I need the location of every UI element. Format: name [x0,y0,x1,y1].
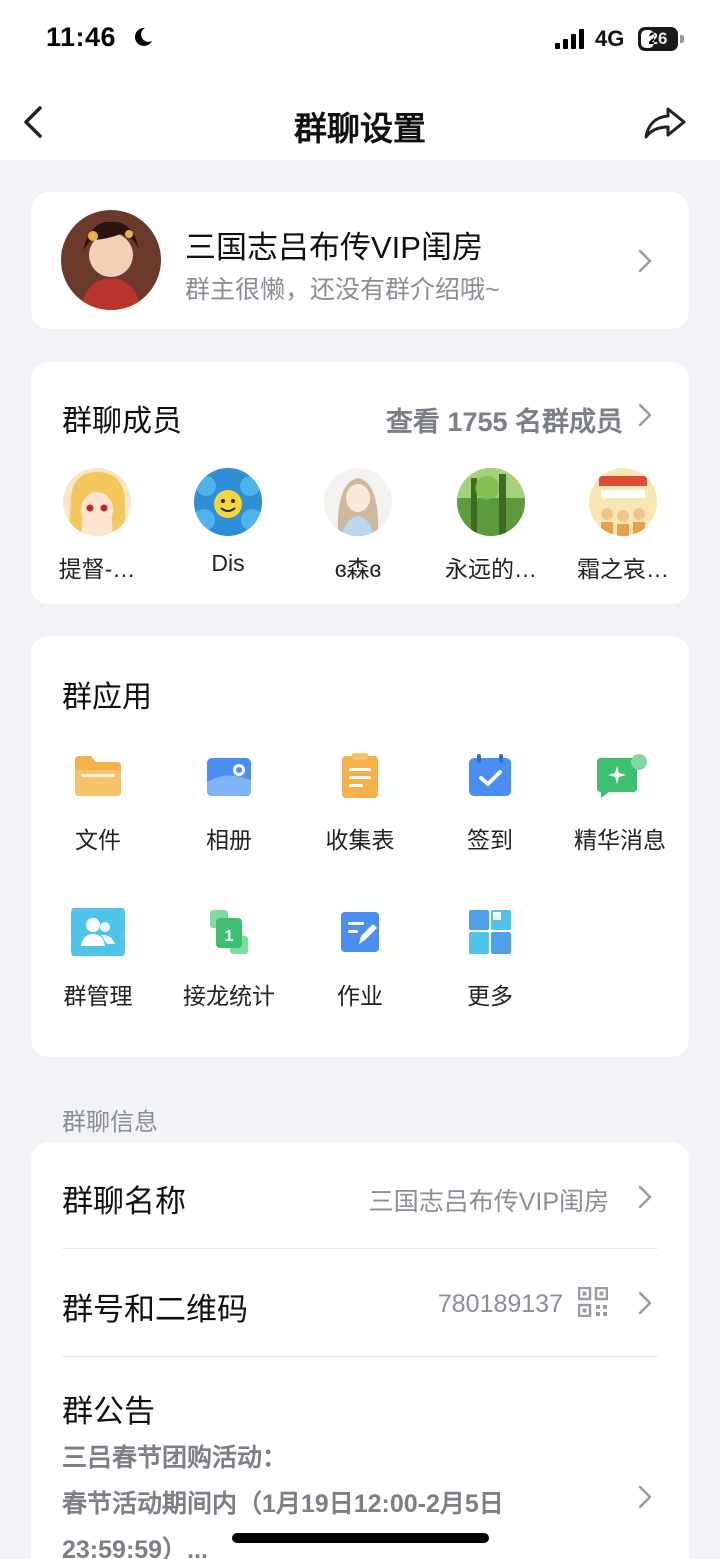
members-title: 群聊成员 [62,405,182,438]
form-icon [342,753,378,798]
app-highlight[interactable]: 精华消息 [555,752,685,855]
network-type: 4G [595,26,625,51]
app-label: 接龙统计 [183,983,275,1009]
member-avatar[interactable] [324,468,392,536]
group-intro: 群主很懒，还没有群介绍哦~ [185,276,500,304]
group-name-value[interactable]: 三国志吕布传VIP闺房 [369,1182,609,1218]
member-name: ɞ森ɞ [334,556,382,582]
app-label: 精华消息 [574,827,666,853]
member-item[interactable]: ɞ森ɞ [293,468,423,584]
group-apps-card: 群应用 文件 相册 收集表 签到 精华消息 群管理 1 接龙统计 作业 更多 [31,636,689,1057]
group-info-card: 群聊名称 三国志吕布传VIP闺房 群号和二维码 780189137 群公告 三吕… [31,1142,689,1559]
apps-title: 群应用 [62,681,152,714]
group-avatar[interactable] [61,210,161,310]
member-avatar[interactable] [589,468,657,536]
view-all-members-link[interactable]: 查看 1755 名群成员 [386,400,623,439]
svg-text:1: 1 [225,928,234,945]
more-grid-icon [469,910,511,954]
group-profile-card[interactable]: 三国志吕布传VIP闺房 群主很懒，还没有群介绍哦~ [31,192,689,329]
member-name: 永远的… [445,556,537,582]
notice-line[interactable]: 三吕春节团购活动： [62,1438,287,1474]
app-label: 相册 [206,827,252,853]
home-indicator[interactable] [232,1533,489,1543]
member-name: 提督-… [58,556,136,582]
qr-code-icon[interactable] [578,1287,608,1317]
chevron-right-icon[interactable] [637,1484,653,1510]
app-checkin[interactable]: 签到 [425,752,555,855]
highlight-icon [597,754,647,798]
member-item[interactable]: 永远的… [426,468,556,584]
nav-bar: 群聊设置 [0,80,720,160]
battery-level: 26 [648,29,668,48]
share-icon[interactable] [642,102,688,142]
members-card: 群聊成员 查看 1755 名群成员 提督-… Dis ɞ森ɞ 永远的… 霜之哀… [31,362,689,604]
homework-icon [341,912,379,952]
relay-icon: 1 [210,910,248,954]
divider [62,1356,658,1357]
chevron-right-icon[interactable] [637,402,653,428]
group-manage-icon [71,905,125,959]
app-album[interactable]: 相册 [164,752,294,855]
divider [62,1248,658,1249]
chevron-right-icon[interactable] [637,1290,653,1316]
app-relay[interactable]: 1 接龙统计 [164,908,294,1011]
member-name: 霜之哀… [577,556,669,582]
app-label: 收集表 [325,827,395,853]
folder-icon [75,756,121,796]
page-title: 群聊设置 [294,110,426,147]
album-icon [207,758,251,796]
app-label: 作业 [337,983,383,1009]
notice-line[interactable]: 23:59:59）... [62,1530,208,1559]
app-label: 更多 [467,983,513,1009]
group-number-value[interactable]: 780189137 [438,1290,563,1319]
member-item[interactable]: 霜之哀… [558,468,688,584]
app-more[interactable]: 更多 [425,908,555,1011]
member-name: Dis [211,550,245,576]
member-item[interactable]: Dis [163,468,293,577]
app-file[interactable]: 文件 [33,752,163,855]
status-bar: 11:46 4G 26 [0,0,720,80]
notice-line[interactable]: 春节活动期间内（1月19日12:00-2月5日 [62,1484,504,1520]
checkin-icon [469,754,511,796]
chevron-right-icon[interactable] [637,1184,653,1210]
member-avatar[interactable] [63,468,131,536]
app-label: 群管理 [63,983,133,1009]
battery-icon: 26 [638,27,684,51]
app-group-manage[interactable]: 群管理 [33,905,163,1011]
status-time: 11:46 [46,22,117,52]
chevron-right-icon [638,249,652,273]
group-number-label[interactable]: 群号和二维码 [62,1284,248,1329]
group-notice-label[interactable]: 群公告 [62,1386,155,1431]
member-item[interactable]: 提督-… [32,468,162,584]
moon-icon [134,27,152,46]
signal-icon [555,29,584,49]
member-avatar[interactable] [194,468,262,536]
info-section-header: 群聊信息 [62,1109,158,1136]
member-avatar[interactable] [457,468,525,536]
app-label: 签到 [467,827,513,853]
app-homework[interactable]: 作业 [295,908,425,1011]
group-name-label[interactable]: 群聊名称 [62,1176,186,1221]
app-label: 文件 [75,827,121,853]
group-name: 三国志吕布传VIP闺房 [185,230,483,265]
app-form[interactable]: 收集表 [295,752,425,855]
